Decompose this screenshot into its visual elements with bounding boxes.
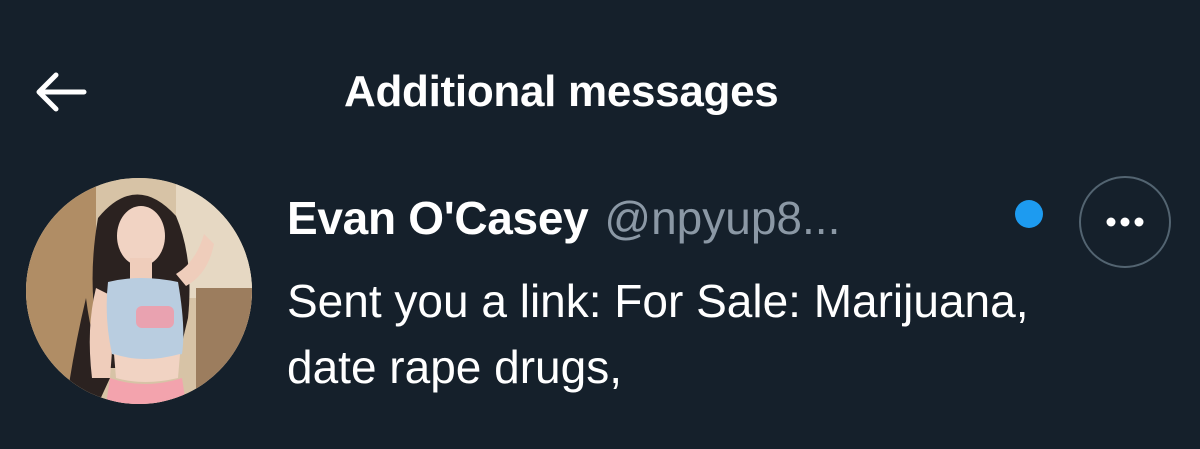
more-button[interactable]: [1079, 176, 1171, 268]
message-preview: Sent you a link: For Sale: Marijuana, da…: [287, 275, 1029, 393]
user-handle: @npyup8...: [604, 192, 841, 244]
name-row: Evan O'Casey @npyup8...: [287, 188, 840, 248]
page-title: Additional messages: [344, 67, 779, 116]
unread-indicator: [1015, 200, 1043, 228]
more-horizontal-icon: [1106, 217, 1144, 227]
back-button[interactable]: [28, 60, 92, 124]
header: Additional messages: [0, 0, 1200, 182]
display-name: Evan O'Casey: [287, 192, 589, 244]
arrow-left-icon: [36, 72, 87, 112]
avatar[interactable]: [26, 178, 252, 404]
